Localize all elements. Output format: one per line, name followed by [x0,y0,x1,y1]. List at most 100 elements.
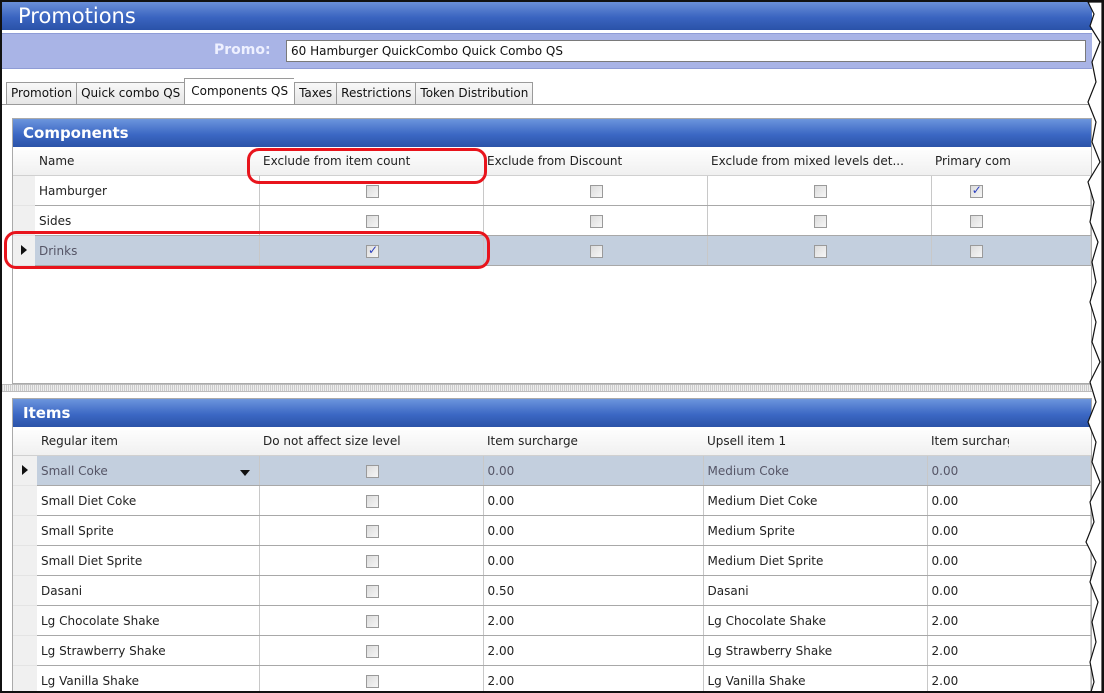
exclude-item-count-checkbox[interactable] [366,243,379,258]
exclude-discount-checkbox[interactable] [590,214,603,228]
do-not-affect-size-checkbox[interactable] [366,494,379,508]
exclude-mixed-levels-checkbox[interactable] [814,184,827,198]
regular-item-cell[interactable]: Small Sprite [37,515,260,546]
row-selector[interactable] [13,635,37,666]
item-surcharge-1[interactable]: 2.00 [927,605,1009,636]
regular-item-cell[interactable]: Small Diet Coke [37,485,260,516]
do-not-affect-size-checkbox[interactable] [366,464,379,478]
tab-quick-combo-qs[interactable]: Quick combo QS [76,82,185,105]
column-header[interactable]: Do not affect size level [259,427,483,456]
column-header[interactable]: Exclude from item count [259,147,483,176]
component-row[interactable]: Sides [13,205,1091,236]
component-name[interactable]: Hamburger [35,175,260,206]
regular-item-cell[interactable]: Small Coke [37,455,260,486]
row-selector[interactable] [13,205,35,236]
row-selector[interactable] [13,665,37,691]
tab-taxes[interactable]: Taxes [294,82,337,105]
item-row[interactable]: Lg Chocolate Shake 2.00 Lg Chocolate Shake… [13,605,1091,636]
item-surcharge[interactable]: 2.00 [483,605,704,636]
row-selector[interactable] [13,455,37,486]
component-name[interactable]: Sides [35,205,260,236]
row-selector[interactable] [13,575,37,606]
upsell-item-1[interactable]: Medium Diet Coke [703,485,928,516]
column-header[interactable]: Exclude from mixed levels det... [707,147,931,176]
item-surcharge-1[interactable]: 0.00 [927,485,1009,516]
promo-input[interactable] [286,40,1086,62]
exclude-discount-checkbox[interactable] [590,244,603,258]
column-header[interactable]: Primary component [931,147,1011,176]
regular-item-cell[interactable]: Lg Vanilla Shake [37,665,260,691]
item-row[interactable]: Lg Strawberry Shake 2.00 Lg Strawberry Sha… [13,635,1091,666]
item-surcharge-1[interactable]: 2.00 [927,635,1009,666]
component-row[interactable]: Drinks [13,235,1091,266]
item-surcharge-1[interactable]: 0.00 [927,545,1009,576]
item-row[interactable]: Small Coke 0.00 Medium Coke 0.00 [13,455,1091,486]
primary-component-checkbox[interactable] [969,244,983,258]
upsell-item-1[interactable]: Lg Chocolate Shake [703,605,928,636]
column-header[interactable]: Upsell item 1 [703,427,927,456]
primary-component-checkbox[interactable] [969,214,983,228]
tab-promotion[interactable]: Promotion [6,82,77,105]
row-selector[interactable] [13,175,35,206]
do-not-affect-size-checkbox[interactable] [366,554,379,568]
item-surcharge[interactable]: 0.00 [483,485,704,516]
item-surcharge[interactable]: 0.00 [483,515,704,546]
panel-splitter[interactable] [2,384,1092,392]
upsell-item-1[interactable]: Medium Diet Sprite [703,545,928,576]
item-surcharge-1[interactable]: 2.00 [927,665,1009,691]
row-selector[interactable] [13,485,37,516]
row-selector[interactable] [13,235,35,266]
do-not-affect-size-checkbox[interactable] [366,614,379,628]
tab-token-distribution[interactable]: Token Distribution [415,82,534,105]
dropdown-arrow-icon[interactable] [239,469,250,476]
item-surcharge[interactable]: 0.00 [483,455,704,486]
column-header[interactable]: Regular item [37,427,259,456]
exclude-mixed-levels-checkbox[interactable] [814,244,827,258]
do-not-affect-size-checkbox[interactable] [366,644,379,658]
column-header[interactable]: Item surcharge [483,427,703,456]
do-not-affect-size-checkbox[interactable] [366,524,379,538]
component-row[interactable]: Hamburger [13,175,1091,206]
upsell-item-1[interactable]: Dasani [703,575,928,606]
item-surcharge-1[interactable]: 0.00 [927,455,1009,486]
item-surcharge[interactable]: 0.00 [483,545,704,576]
column-header[interactable]: Item surcharge 1 [927,427,1009,456]
item-row[interactable]: Dasani 0.50 Dasani 0.00 [13,575,1091,606]
exclude-item-count-cell [259,235,484,266]
do-not-affect-size-checkbox[interactable] [366,674,379,688]
item-surcharge-1[interactable]: 0.00 [927,515,1009,546]
upsell-item-1[interactable]: Lg Strawberry Shake [703,635,928,666]
item-row[interactable]: Small Diet Sprite 0.00 Medium Diet Sprite 0… [13,545,1091,576]
row-selector[interactable] [13,515,37,546]
tab-components-qs[interactable]: Components QS [184,78,295,105]
regular-item-cell[interactable]: Small Diet Sprite [37,545,260,576]
primary-component-cell [931,235,1011,266]
exclude-discount-checkbox[interactable] [590,184,603,198]
column-header[interactable]: Exclude from Discount [483,147,707,176]
item-surcharge[interactable]: 2.00 [483,635,704,666]
exclude-item-count-checkbox[interactable] [366,214,379,228]
regular-item-cell[interactable]: Lg Strawberry Shake [37,635,260,666]
component-name[interactable]: Drinks [35,235,260,266]
primary-component-checkbox[interactable] [969,183,983,198]
upsell-item-1[interactable]: Medium Coke [703,455,928,486]
row-selector[interactable] [13,605,37,636]
regular-item-cell[interactable]: Dasani [37,575,260,606]
exclude-item-count-checkbox[interactable] [366,184,379,198]
item-surcharge[interactable]: 2.00 [483,665,704,691]
column-header[interactable]: Name [35,147,259,176]
current-row-arrow-icon [22,464,28,475]
exclude-mixed-levels-checkbox[interactable] [814,214,827,228]
exclude-item-count-cell [259,205,484,236]
do-not-affect-size-checkbox[interactable] [366,584,379,598]
regular-item-cell[interactable]: Lg Chocolate Shake [37,605,260,636]
upsell-item-1[interactable]: Lg Vanilla Shake [703,665,928,691]
item-row[interactable]: Small Diet Coke 0.00 Medium Diet Coke 0.00 [13,485,1091,516]
upsell-item-1[interactable]: Medium Sprite [703,515,928,546]
item-surcharge-1[interactable]: 0.00 [927,575,1009,606]
item-surcharge[interactable]: 0.50 [483,575,704,606]
item-row[interactable]: Lg Vanilla Shake 2.00 Lg Vanilla Shake 2.00 [13,665,1091,691]
row-selector[interactable] [13,545,37,576]
tab-restrictions[interactable]: Restrictions [336,82,416,105]
item-row[interactable]: Small Sprite 0.00 Medium Sprite 0.00 [13,515,1091,546]
